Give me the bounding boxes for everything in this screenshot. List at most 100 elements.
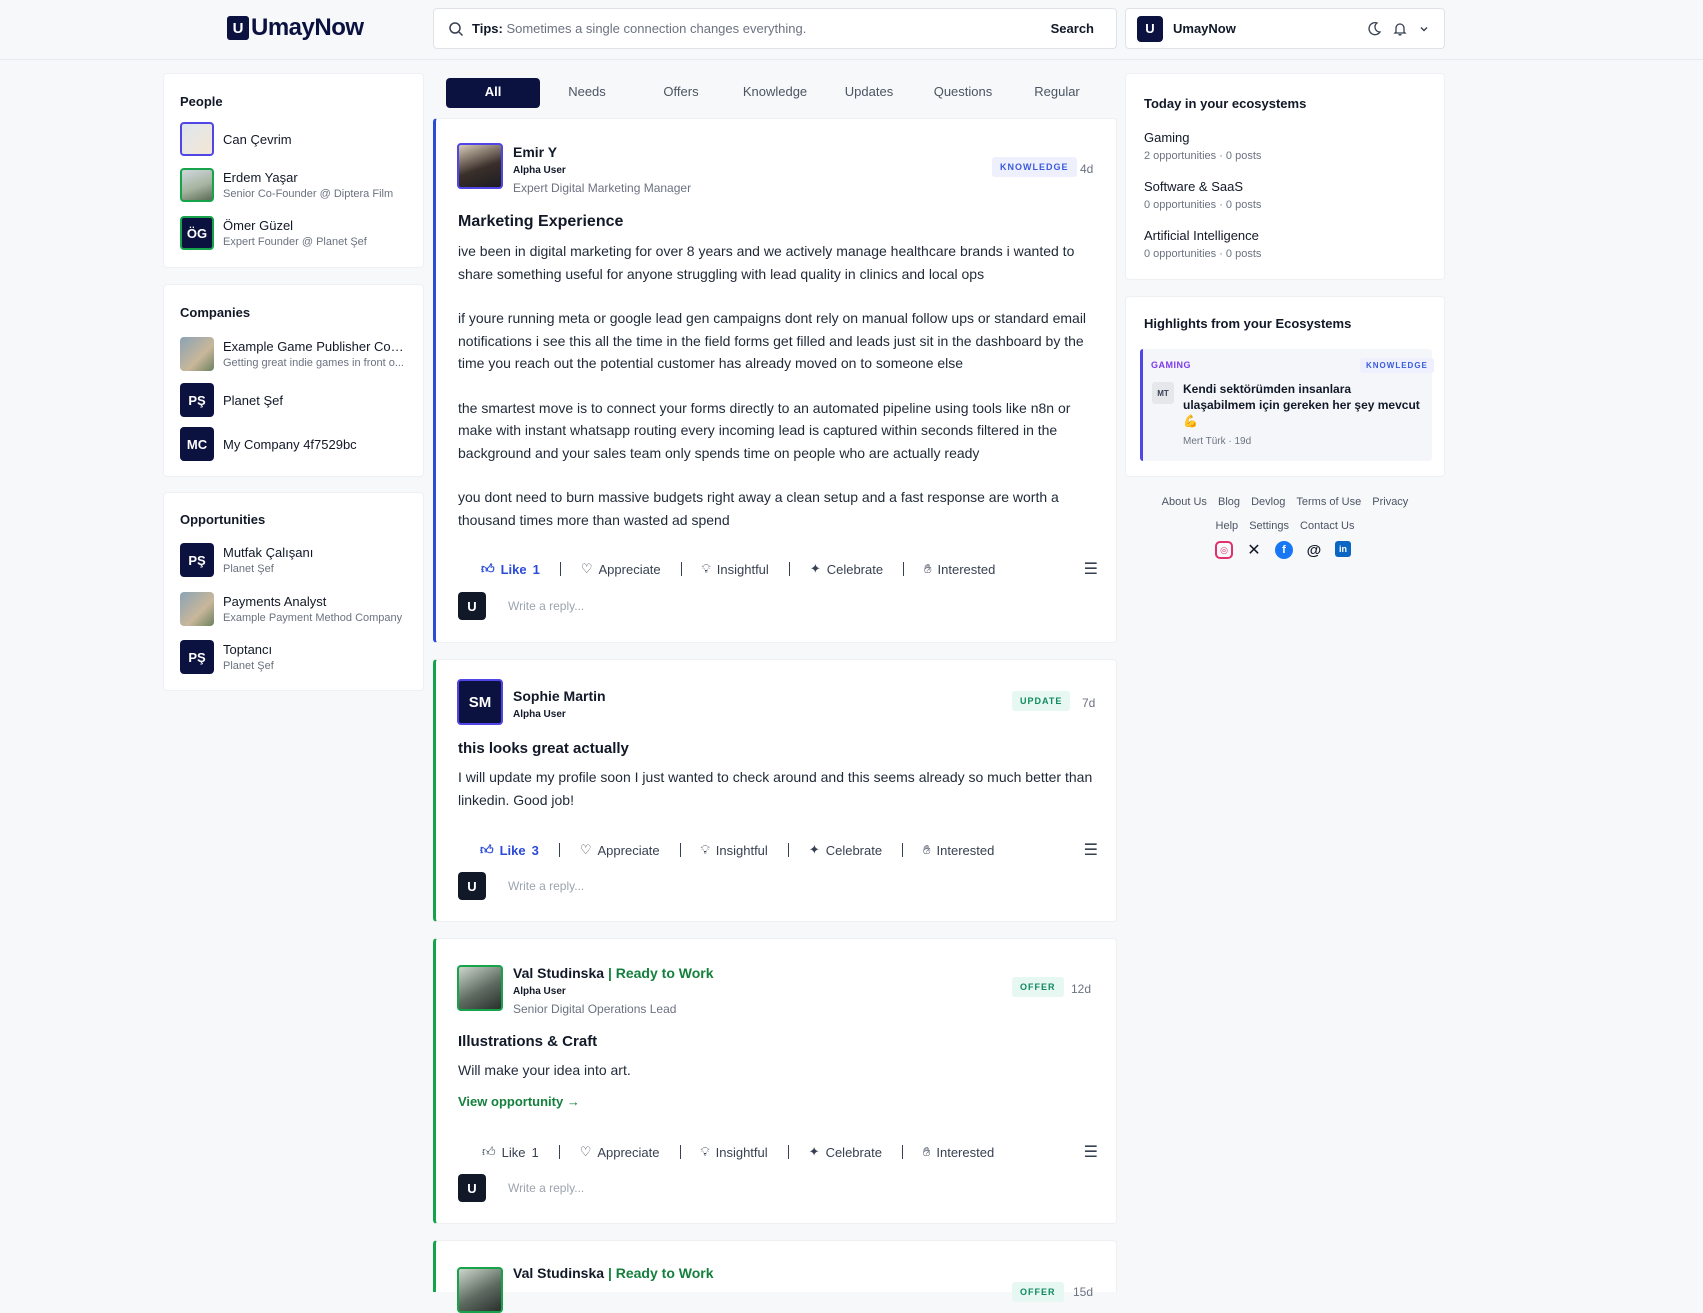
opportunity-item[interactable]: PŞ Mutfak Çalışanı Planet Şef [180, 543, 313, 577]
moon-icon[interactable] [1366, 21, 1382, 37]
footer-link[interactable]: Devlog [1251, 496, 1285, 508]
lightbulb-icon: 💡︎ [700, 842, 710, 857]
insightful-button[interactable]: 💡︎ Insightful [702, 561, 769, 577]
author-role: Alpha User [513, 165, 566, 176]
tips-text: Sometimes a single connection changes ev… [506, 21, 807, 36]
avatar[interactable] [457, 965, 503, 1011]
insightful-button[interactable]: 💡︎ Insightful [701, 842, 768, 858]
avatar[interactable]: SM [457, 679, 503, 725]
avatar[interactable] [457, 143, 503, 189]
like-button[interactable]: 👍︎ Like 1 [481, 561, 540, 577]
interested-button[interactable]: ✋︎ Interested [923, 842, 994, 858]
reaction-bar: 👍︎ Like 3 ♡ Appreciate 💡︎ Insightful ✦ Celeb… [458, 840, 1098, 860]
person-item[interactable]: Can Çevrim [180, 122, 292, 156]
chevron-down-icon[interactable] [1418, 23, 1430, 35]
reaction-bar: 👍︎ Like 1 ♡ Appreciate 💡︎ Insightful ✦ Celeb… [458, 1142, 1098, 1162]
opportunity-sub: Planet Şef [223, 563, 274, 575]
tab-all[interactable]: All [446, 78, 540, 108]
company-item[interactable]: Example Game Publisher Com... Getting gre… [180, 337, 409, 371]
author-name[interactable]: Val Studinska | Ready to Work [513, 1265, 714, 1281]
ecosystem-item[interactable]: Gaming 2 opportunities · 0 posts [1144, 130, 1261, 162]
search-button[interactable]: Search [1051, 21, 1094, 36]
post-type-badge: OFFER [1012, 1282, 1064, 1302]
brand-logo[interactable]: U UmayNow [227, 14, 364, 42]
highlight-item[interactable]: GAMING KNOWLEDGE MT Kendi sektörümden in… [1140, 349, 1434, 461]
footer-link[interactable]: Contact Us [1300, 520, 1354, 532]
tab-questions[interactable]: Questions [916, 78, 1010, 108]
author-name[interactable]: Emir Y [513, 144, 557, 160]
tab-updates[interactable]: Updates [822, 78, 916, 108]
post-age: 12d [1071, 982, 1092, 996]
social-links: ◎ ✕ f @ in [1215, 541, 1351, 559]
like-button[interactable]: 👍︎ Like 3 [480, 842, 539, 858]
people-title: People [180, 94, 223, 109]
feed-post: Val Studinska | Ready to Work Alpha User… [433, 938, 1117, 1224]
footer-link[interactable]: Privacy [1372, 496, 1408, 508]
footer-links: About Us Blog Devlog Terms of Use Privac… [1125, 496, 1445, 508]
bell-icon[interactable] [1392, 21, 1408, 37]
menu-icon[interactable]: ☰ [1084, 1142, 1098, 1162]
author-name[interactable]: Val Studinska | Ready to Work [513, 965, 714, 981]
company-item[interactable]: PŞ Planet Şef [180, 383, 283, 417]
footer-link[interactable]: About Us [1162, 496, 1207, 508]
threads-icon[interactable]: @ [1305, 541, 1323, 559]
companies-card: Companies Example Game Publisher Com... G… [163, 284, 424, 477]
ecosystem-item[interactable]: Artificial Intelligence 0 opportunities ·… [1144, 228, 1261, 260]
tab-knowledge[interactable]: Knowledge [728, 78, 822, 108]
person-item[interactable]: Erdem Yaşar Senior Co-Founder @ Diptera F… [180, 168, 393, 202]
person-name: Erdem Yaşar [223, 170, 298, 185]
like-count: 1 [531, 1144, 539, 1160]
insightful-button[interactable]: 💡︎ Insightful [701, 1144, 768, 1160]
avatar[interactable] [457, 1267, 503, 1313]
footer-link[interactable]: Blog [1218, 496, 1240, 508]
account-menu[interactable]: U UmayNow [1125, 8, 1445, 49]
party-icon: ✦ [808, 842, 820, 857]
celebrate-button[interactable]: ✦ Celebrate [809, 1144, 882, 1160]
search-bar[interactable]: Tips: Sometimes a single connection chan… [433, 8, 1117, 49]
search-tips[interactable]: Tips: Sometimes a single connection chan… [472, 21, 806, 36]
footer-links: Help Settings Contact Us [1125, 520, 1445, 532]
highlights-title: Highlights from your Ecosystems [1144, 316, 1352, 331]
reply-input[interactable]: Write a reply... [508, 879, 584, 893]
interested-button[interactable]: ✋︎ Interested [924, 561, 995, 577]
avatar [180, 337, 214, 371]
tips-label: Tips: [472, 21, 503, 36]
facebook-icon[interactable]: f [1275, 541, 1293, 559]
menu-icon[interactable]: ☰ [1084, 559, 1098, 579]
author-title: Expert Digital Marketing Manager [513, 181, 692, 195]
tab-needs[interactable]: Needs [540, 78, 634, 108]
tab-offers[interactable]: Offers [634, 78, 728, 108]
footer-link[interactable]: Settings [1249, 520, 1289, 532]
author-name[interactable]: Sophie Martin [513, 688, 606, 704]
company-item[interactable]: MC My Company 4f7529bc [180, 427, 357, 461]
ecosystems-today-card: Today in your ecosystems Gaming 2 opportu… [1125, 73, 1445, 280]
appreciate-button[interactable]: ♡ Appreciate [580, 1144, 660, 1160]
reply-input[interactable]: Write a reply... [508, 1181, 584, 1195]
interested-button[interactable]: ✋︎ Interested [923, 1144, 994, 1160]
linkedin-icon[interactable]: in [1335, 541, 1351, 557]
opportunity-item[interactable]: PŞ Toptancı Planet Şef [180, 640, 274, 674]
like-button[interactable]: 👍︎ Like 1 [482, 1144, 539, 1160]
reply-row: U Write a reply... [458, 592, 584, 620]
person-item[interactable]: ÖG Ömer Güzel Expert Founder @ Planet Şef [180, 216, 367, 250]
menu-icon[interactable]: ☰ [1084, 840, 1098, 860]
post-body: I will update my profile soon I just wan… [458, 769, 1093, 808]
divider [787, 1145, 789, 1159]
appreciate-button[interactable]: ♡ Appreciate [581, 561, 661, 577]
person-name: Can Çevrim [223, 131, 292, 147]
footer-link[interactable]: Terms of Use [1296, 496, 1361, 508]
view-opportunity-link[interactable]: View opportunity → [458, 1094, 580, 1109]
footer-link[interactable]: Help [1216, 520, 1239, 532]
opportunity-item[interactable]: Payments Analyst Example Payment Method C… [180, 592, 402, 626]
appreciate-button[interactable]: ♡ Appreciate [580, 842, 660, 858]
ecosystem-item[interactable]: Software & SaaS 0 opportunities · 0 posts [1144, 179, 1261, 211]
handshake-icon: ✋︎ [924, 561, 932, 576]
opportunity-name: Payments Analyst [223, 594, 327, 609]
tab-regular[interactable]: Regular [1010, 78, 1104, 108]
celebrate-button[interactable]: ✦ Celebrate [810, 561, 883, 577]
reply-input[interactable]: Write a reply... [508, 599, 584, 613]
celebrate-button[interactable]: ✦ Celebrate [809, 842, 882, 858]
instagram-icon[interactable]: ◎ [1215, 541, 1233, 559]
divider [558, 843, 560, 857]
x-icon[interactable]: ✕ [1245, 541, 1263, 559]
